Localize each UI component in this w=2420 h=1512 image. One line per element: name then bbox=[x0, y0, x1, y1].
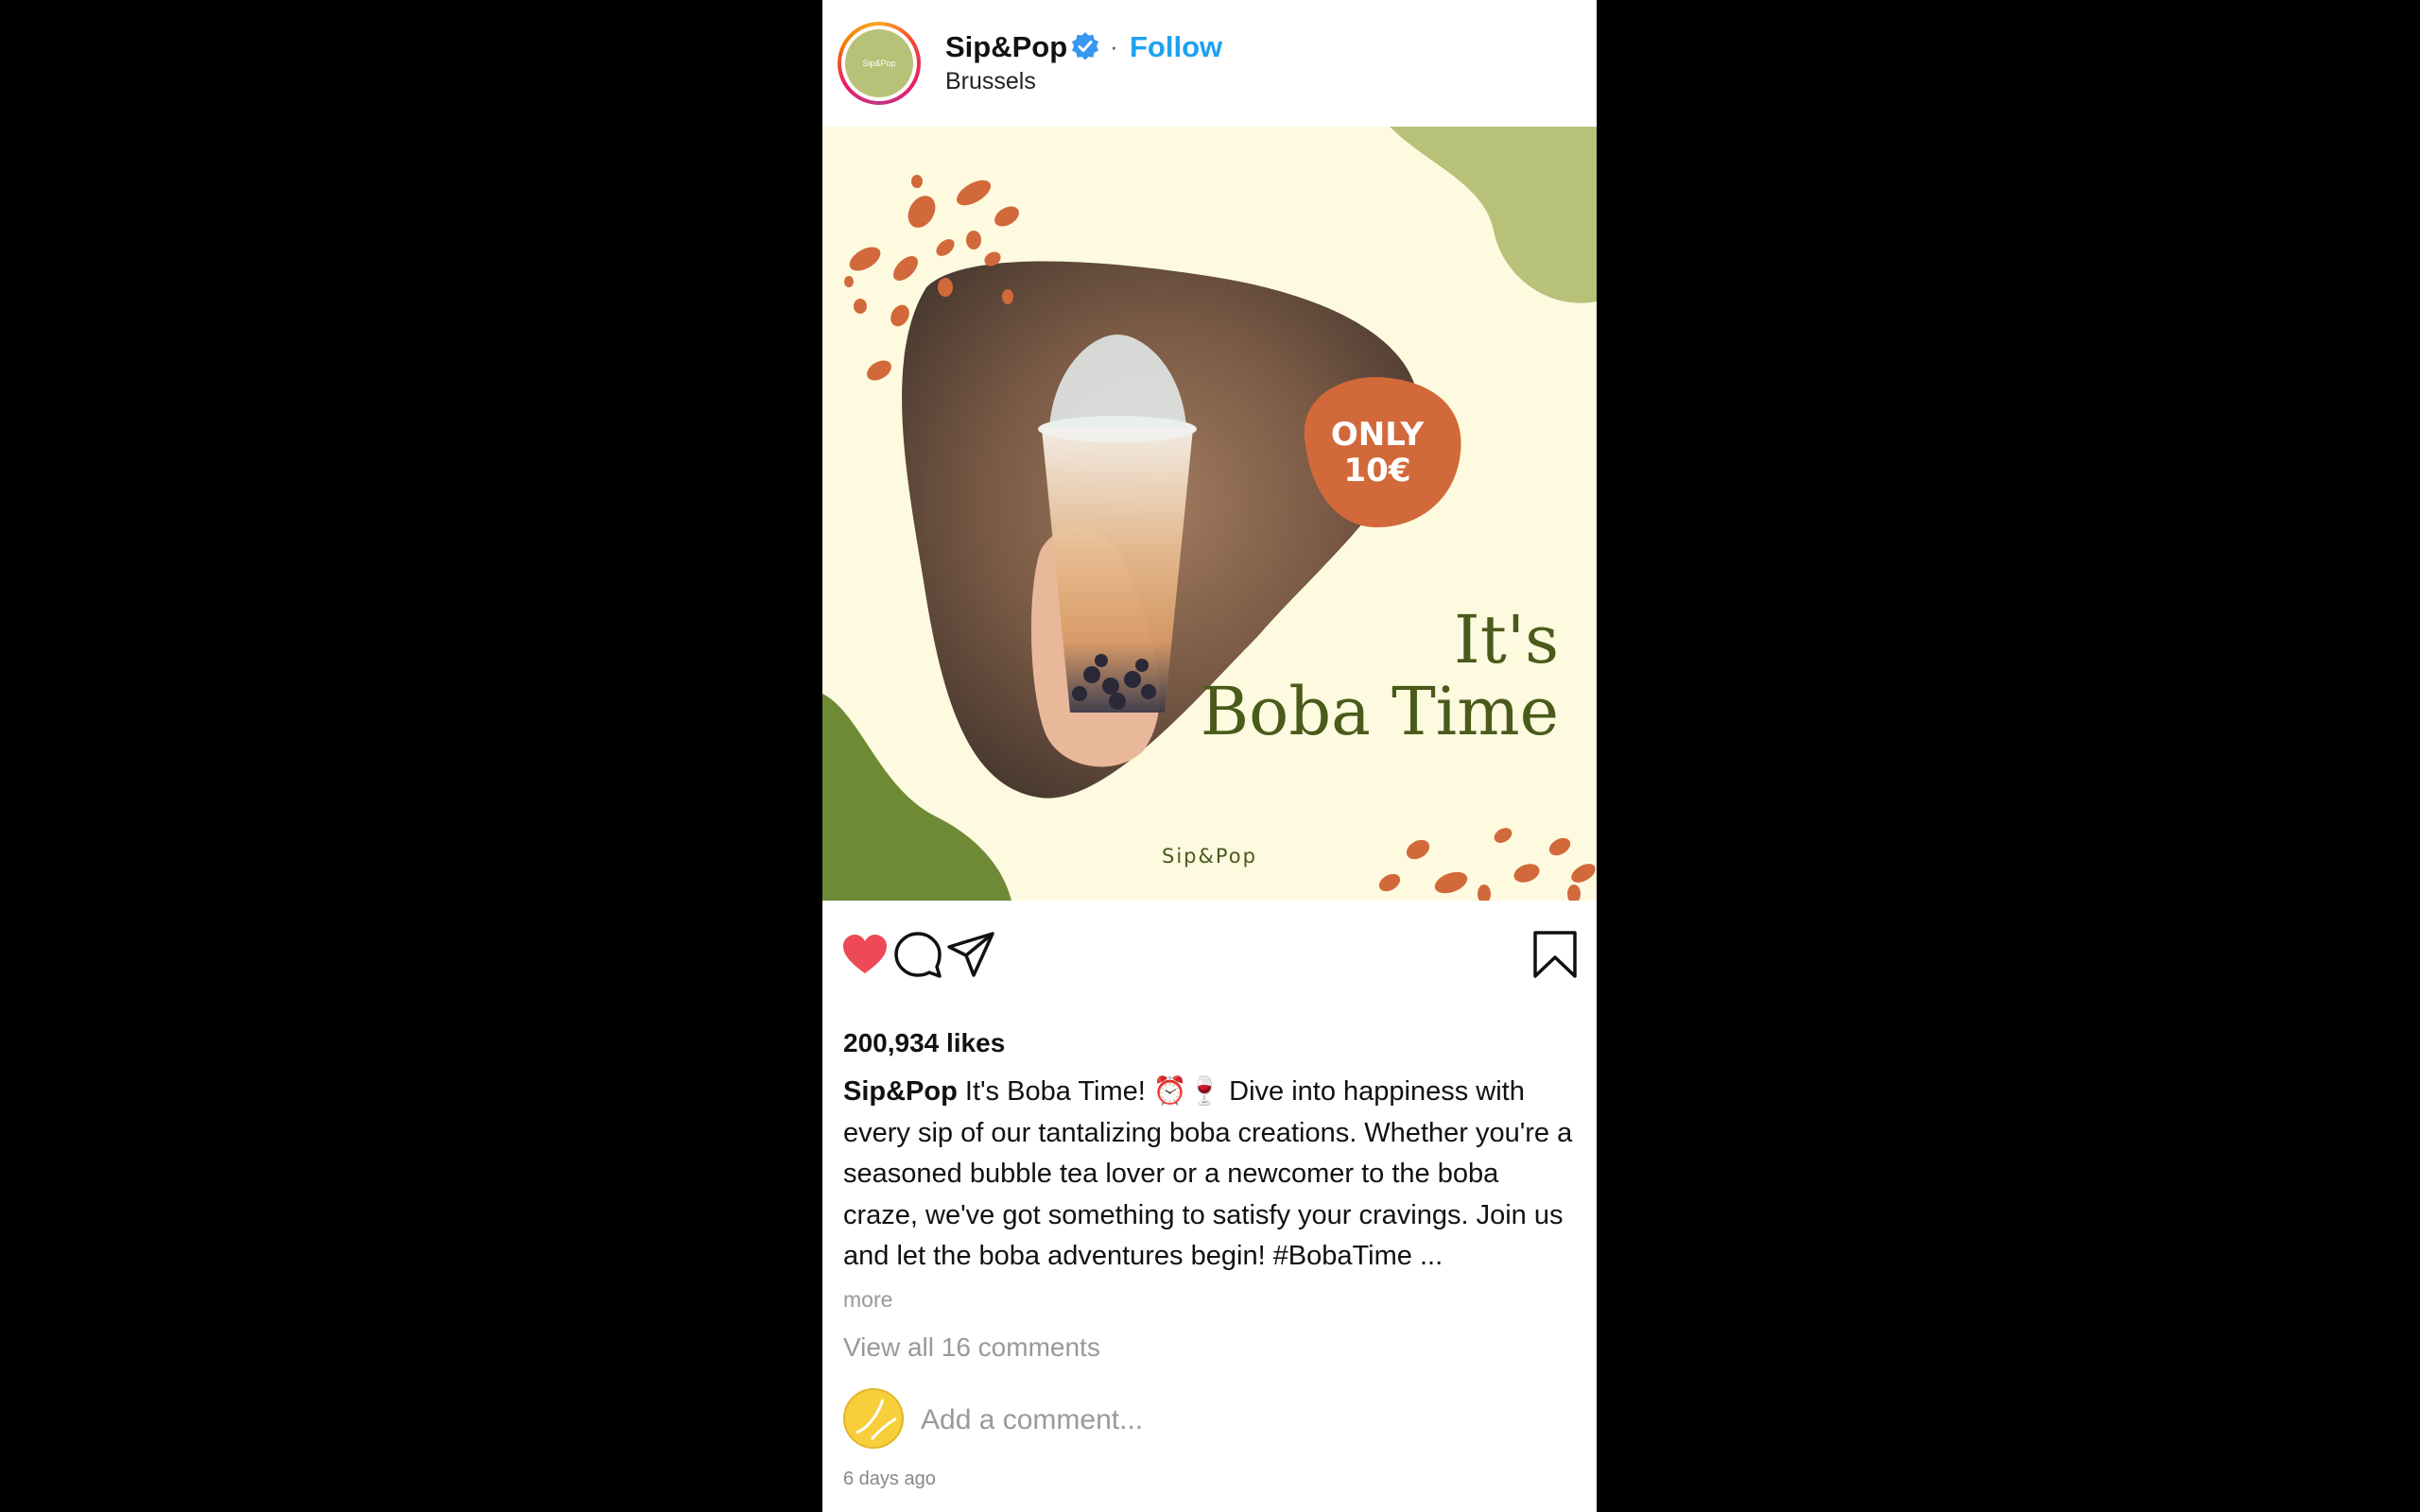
profile-avatar[interactable]: Sip&Pop bbox=[838, 22, 921, 105]
avatar-logo: Sip&Pop bbox=[845, 29, 913, 97]
bookmark-icon[interactable] bbox=[1530, 929, 1581, 980]
separator-dot: · bbox=[1110, 32, 1118, 60]
commenter-avatar bbox=[843, 1388, 904, 1449]
image-headline: It's Boba Time bbox=[1201, 604, 1559, 747]
like-count[interactable]: 200,934 likes bbox=[843, 1028, 1005, 1058]
location-link[interactable]: Brussels bbox=[945, 68, 1036, 95]
paper-plane-icon[interactable] bbox=[945, 929, 996, 980]
post-timestamp: 6 days ago bbox=[843, 1469, 936, 1489]
post-header: Sip&Pop Sip&Pop · Follow Brussels bbox=[822, 0, 1597, 127]
badge-line-2: 10€ bbox=[1343, 452, 1411, 490]
more-link[interactable]: more bbox=[843, 1287, 892, 1313]
heart-icon[interactable] bbox=[839, 929, 890, 980]
action-bar bbox=[822, 901, 1597, 1014]
tennis-ball-icon bbox=[856, 1399, 897, 1440]
caption-username[interactable]: Sip&Pop bbox=[843, 1076, 958, 1107]
instagram-post: Sip&Pop Sip&Pop · Follow Brussels ONLY 1… bbox=[822, 0, 1597, 1512]
post-caption: Sip&Pop It's Boba Time! ⏰🍷 Dive into hap… bbox=[843, 1072, 1581, 1278]
add-comment-input[interactable] bbox=[921, 1397, 1488, 1444]
post-artwork bbox=[822, 127, 1597, 901]
view-all-comments-link[interactable]: View all 16 comments bbox=[843, 1332, 1100, 1363]
price-badge: ONLY 10€ bbox=[1298, 378, 1457, 527]
headline-line-2: Boba Time bbox=[1200, 673, 1559, 750]
post-image[interactable]: ONLY 10€ It's Boba Time Sip&Pop bbox=[822, 127, 1597, 901]
brand-watermark: Sip&Pop bbox=[1162, 845, 1257, 868]
green-blob-top-right bbox=[1390, 127, 1597, 303]
verified-badge-icon bbox=[1072, 32, 1098, 60]
follow-button[interactable]: Follow bbox=[1130, 30, 1222, 64]
username[interactable]: Sip&Pop bbox=[945, 30, 1067, 64]
headline-line-1: It's bbox=[1454, 601, 1559, 679]
comment-bubble-icon[interactable] bbox=[892, 929, 943, 980]
badge-line-1: ONLY bbox=[1330, 416, 1425, 454]
